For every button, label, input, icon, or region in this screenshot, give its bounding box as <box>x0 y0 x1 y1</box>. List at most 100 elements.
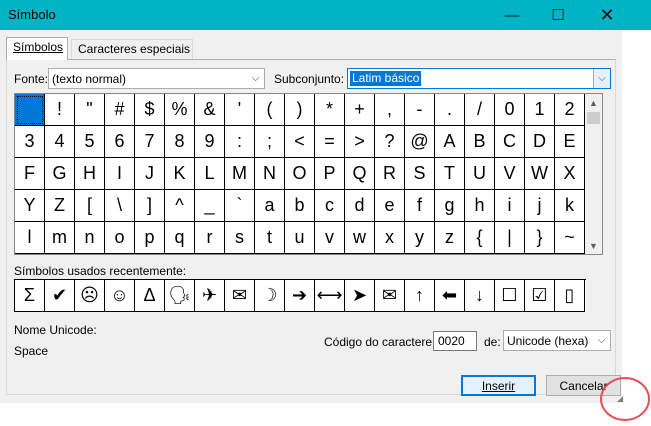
symbol-cell[interactable]: l <box>15 222 45 254</box>
symbol-cell[interactable]: & <box>195 94 225 126</box>
symbol-cell[interactable]: u <box>285 222 315 254</box>
symbol-cell[interactable]: s <box>225 222 255 254</box>
symbol-cell[interactable]: e <box>375 190 405 222</box>
symbol-cell[interactable]: ` <box>225 190 255 222</box>
symbol-cell[interactable]: { <box>465 222 495 254</box>
symbol-cell[interactable]: * <box>315 94 345 126</box>
recent-symbol-cell[interactable]: ➔ <box>285 280 315 312</box>
recent-symbol-cell[interactable]: ☹ <box>75 280 105 312</box>
symbol-cell[interactable]: 7 <box>135 126 165 158</box>
symbol-cell[interactable]: ^ <box>165 190 195 222</box>
symbol-cell[interactable]: c <box>315 190 345 222</box>
symbol-cell[interactable]: ~ <box>555 222 585 254</box>
recent-symbol-cell[interactable]: ☑ <box>525 280 555 312</box>
recent-symbol-cell[interactable]: Δ <box>135 280 165 312</box>
symbol-cell[interactable]: : <box>225 126 255 158</box>
symbol-cell[interactable]: - <box>405 94 435 126</box>
recent-symbol-cell[interactable]: ☐ <box>495 280 525 312</box>
recent-symbol-cell[interactable]: ↑ <box>405 280 435 312</box>
symbol-cell[interactable]: U <box>465 158 495 190</box>
symbol-cell[interactable]: f <box>405 190 435 222</box>
symbol-cell[interactable]: o <box>105 222 135 254</box>
grid-scrollbar[interactable]: ▲ ▼ <box>585 94 602 254</box>
symbol-cell[interactable]: ; <box>255 126 285 158</box>
symbol-cell[interactable]: V <box>495 158 525 190</box>
symbol-cell[interactable]: v <box>315 222 345 254</box>
symbol-cell[interactable]: / <box>465 94 495 126</box>
symbol-cell[interactable]: r <box>195 222 225 254</box>
from-select[interactable]: Unicode (hexa) ⌵ <box>503 330 611 351</box>
recent-symbol-cell[interactable]: Σ <box>15 280 45 312</box>
tab-symbols[interactable]: Símbolos <box>6 37 68 60</box>
recent-symbol-cell[interactable]: ⟷ <box>315 280 345 312</box>
scroll-thumb[interactable] <box>587 112 600 124</box>
symbol-cell[interactable]: t <box>255 222 285 254</box>
symbol-cell[interactable]: % <box>165 94 195 126</box>
symbol-cell[interactable]: Y <box>15 190 45 222</box>
symbol-cell[interactable]: 3 <box>15 126 45 158</box>
symbol-cell[interactable]: a <box>255 190 285 222</box>
symbol-cell[interactable]: R <box>375 158 405 190</box>
symbol-cell[interactable]: 8 <box>165 126 195 158</box>
symbol-cell[interactable]: \ <box>105 190 135 222</box>
symbol-cell[interactable]: x <box>375 222 405 254</box>
symbol-cell[interactable]: $ <box>135 94 165 126</box>
symbol-cell[interactable]: 4 <box>45 126 75 158</box>
symbol-cell[interactable]: ? <box>375 126 405 158</box>
symbol-cell[interactable]: } <box>525 222 555 254</box>
symbol-cell[interactable]: P <box>315 158 345 190</box>
symbol-cell[interactable]: n <box>75 222 105 254</box>
symbol-cell[interactable]: 5 <box>75 126 105 158</box>
symbol-cell[interactable]: L <box>195 158 225 190</box>
symbol-cell[interactable]: g <box>435 190 465 222</box>
insert-button[interactable]: Inserir <box>461 375 536 396</box>
symbol-cell[interactable]: . <box>435 94 465 126</box>
symbol-cell[interactable] <box>15 94 45 126</box>
symbol-cell[interactable]: < <box>285 126 315 158</box>
symbol-cell[interactable]: b <box>285 190 315 222</box>
symbol-cell[interactable]: K <box>165 158 195 190</box>
symbol-cell[interactable]: @ <box>405 126 435 158</box>
symbol-cell[interactable]: ' <box>225 94 255 126</box>
symbol-cell[interactable]: F <box>15 158 45 190</box>
symbol-cell[interactable]: p <box>135 222 165 254</box>
symbol-cell[interactable]: " <box>75 94 105 126</box>
scroll-up-icon[interactable]: ▲ <box>585 94 602 111</box>
symbol-cell[interactable]: M <box>225 158 255 190</box>
subset-select[interactable]: Latim básico ⌵ <box>347 68 611 89</box>
symbol-cell[interactable]: ! <box>45 94 75 126</box>
recent-symbol-cell[interactable]: ✈ <box>195 280 225 312</box>
font-select[interactable]: (texto normal) ⌵ <box>48 68 265 89</box>
recent-symbol-cell[interactable]: ✔ <box>45 280 75 312</box>
symbol-cell[interactable]: O <box>285 158 315 190</box>
recent-symbol-cell[interactable]: ⬅ <box>435 280 465 312</box>
symbol-cell[interactable]: 6 <box>105 126 135 158</box>
symbol-cell[interactable]: ] <box>135 190 165 222</box>
symbol-cell[interactable]: i <box>495 190 525 222</box>
symbol-cell[interactable]: W <box>525 158 555 190</box>
recent-symbol-cell[interactable]: ☺ <box>105 280 135 312</box>
symbol-cell[interactable]: = <box>315 126 345 158</box>
tab-special-characters[interactable]: Caracteres especiais <box>71 39 193 59</box>
scroll-down-icon[interactable]: ▼ <box>585 237 602 254</box>
char-code-input[interactable]: 0020 <box>433 331 477 351</box>
symbol-cell[interactable]: z <box>435 222 465 254</box>
symbol-cell[interactable]: E <box>555 126 585 158</box>
symbol-cell[interactable]: ( <box>255 94 285 126</box>
symbol-cell[interactable]: , <box>375 94 405 126</box>
symbol-cell[interactable]: C <box>495 126 525 158</box>
symbol-cell[interactable]: X <box>555 158 585 190</box>
symbol-cell[interactable]: d <box>345 190 375 222</box>
symbol-cell[interactable]: w <box>345 222 375 254</box>
recent-symbol-cell[interactable]: ✉ <box>225 280 255 312</box>
symbol-cell[interactable]: N <box>255 158 285 190</box>
symbol-cell[interactable]: Q <box>345 158 375 190</box>
symbol-cell[interactable]: _ <box>195 190 225 222</box>
symbol-cell[interactable]: B <box>465 126 495 158</box>
symbol-cell[interactable]: D <box>525 126 555 158</box>
recent-symbol-cell[interactable]: 🗣 <box>165 280 195 312</box>
close-icon[interactable]: ✕ <box>584 0 630 30</box>
symbol-cell[interactable]: 1 <box>525 94 555 126</box>
symbol-cell[interactable]: q <box>165 222 195 254</box>
symbol-cell[interactable]: 9 <box>195 126 225 158</box>
